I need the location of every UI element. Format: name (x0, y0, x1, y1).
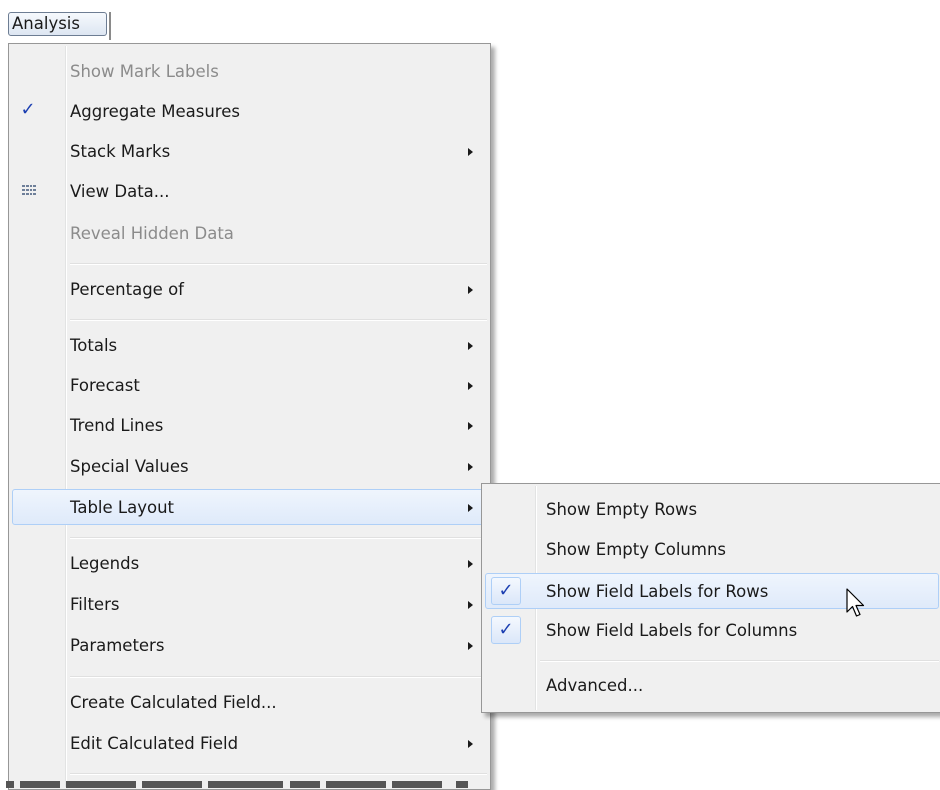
submenu-arrow-icon (468, 382, 473, 390)
submenu-item-show-field-labels-rows[interactable]: ✓ Show Field Labels for Rows (485, 573, 939, 609)
submenu-arrow-icon (468, 504, 473, 512)
analysis-menu-button[interactable]: Analysis (8, 12, 107, 36)
menu-item-label: Create Calculated Field... (70, 693, 277, 712)
menu-item-partial (0, 780, 490, 790)
submenu-arrow-icon (468, 148, 473, 156)
submenu-arrow-icon (468, 342, 473, 350)
menu-item-label: Parameters (70, 636, 165, 655)
menu-item-label: Edit Calculated Field (70, 734, 239, 753)
menu-item-filters[interactable]: Filters (12, 587, 487, 623)
submenu-arrow-icon (468, 642, 473, 650)
submenu-arrow-icon (468, 463, 473, 471)
menu-separator (70, 319, 487, 321)
menu-item-forecast[interactable]: Forecast (12, 368, 487, 404)
menu-item-label: Trend Lines (70, 416, 164, 435)
table-icon (22, 185, 36, 197)
mouse-cursor-icon (846, 588, 865, 617)
menu-item-table-layout[interactable]: Table Layout (12, 489, 487, 525)
menu-item-legends[interactable]: Legends (12, 546, 487, 582)
menu-separator (70, 676, 487, 678)
checkmark-icon: ✓ (491, 616, 521, 644)
menu-item-stack-marks[interactable]: Stack Marks (12, 134, 487, 170)
menu-item-label: Stack Marks (70, 142, 171, 161)
menu-item-label: Filters (70, 595, 120, 614)
menu-separator (70, 263, 487, 265)
menu-item-parameters[interactable]: Parameters (12, 628, 487, 664)
menu-item-create-calculated-field[interactable]: Create Calculated Field... (12, 685, 487, 721)
table-layout-submenu: Show Empty Rows Show Empty Columns ✓ Sho… (481, 483, 940, 713)
menu-item-label: Reveal Hidden Data (70, 224, 234, 243)
submenu-arrow-icon (468, 560, 473, 568)
menu-separator (70, 773, 487, 775)
submenu-arrow-icon (468, 422, 473, 430)
menu-item-percentage-of[interactable]: Percentage of (12, 272, 487, 308)
submenu-item-show-empty-rows[interactable]: Show Empty Rows (485, 492, 939, 528)
menu-item-edit-calculated-field[interactable]: Edit Calculated Field (12, 726, 487, 762)
menu-item-label: Totals (70, 336, 118, 355)
menu-item-show-mark-labels[interactable]: Show Mark Labels (12, 54, 487, 90)
checkmark-icon: ✓ (491, 577, 521, 605)
menu-separator (70, 537, 487, 539)
menu-item-label: Aggregate Measures (70, 102, 240, 121)
submenu-arrow-icon (468, 286, 473, 294)
submenu-item-show-field-labels-columns[interactable]: ✓ Show Field Labels for Columns (485, 613, 939, 649)
menu-item-special-values[interactable]: Special Values (12, 449, 487, 485)
submenu-item-label: Show Empty Rows (546, 500, 698, 519)
menu-separator (540, 660, 939, 662)
submenu-item-advanced[interactable]: Advanced... (485, 668, 939, 704)
menu-item-trend-lines[interactable]: Trend Lines (12, 408, 487, 444)
submenu-item-label: Show Field Labels for Columns (546, 621, 798, 640)
submenu-item-label: Show Empty Columns (546, 540, 727, 559)
checkmark-icon: ✓ (20, 99, 36, 120)
submenu-item-label: Advanced... (546, 676, 644, 695)
analysis-menu: Show Mark Labels ✓ Aggregate Measures St… (8, 43, 491, 790)
menu-item-label: Legends (70, 554, 140, 573)
menu-item-label: Special Values (70, 457, 189, 476)
menu-item-totals[interactable]: Totals (12, 328, 487, 364)
menu-item-view-data[interactable]: View Data... (12, 174, 487, 210)
submenu-item-show-empty-columns[interactable]: Show Empty Columns (485, 532, 939, 568)
menu-item-label: Percentage of (70, 280, 184, 299)
menu-item-label: View Data... (70, 182, 170, 201)
submenu-arrow-icon (468, 740, 473, 748)
submenu-arrow-icon (468, 601, 473, 609)
menubar-grip (109, 12, 111, 40)
submenu-item-label: Show Field Labels for Rows (546, 582, 769, 601)
menu-item-label: Show Mark Labels (70, 62, 219, 81)
menu-item-label: Forecast (70, 376, 140, 395)
analysis-menu-label: Analysis (12, 14, 80, 33)
menu-item-aggregate-measures[interactable]: ✓ Aggregate Measures (12, 94, 487, 130)
menu-item-reveal-hidden-data[interactable]: Reveal Hidden Data (12, 216, 487, 252)
menu-item-label: Table Layout (70, 498, 175, 517)
